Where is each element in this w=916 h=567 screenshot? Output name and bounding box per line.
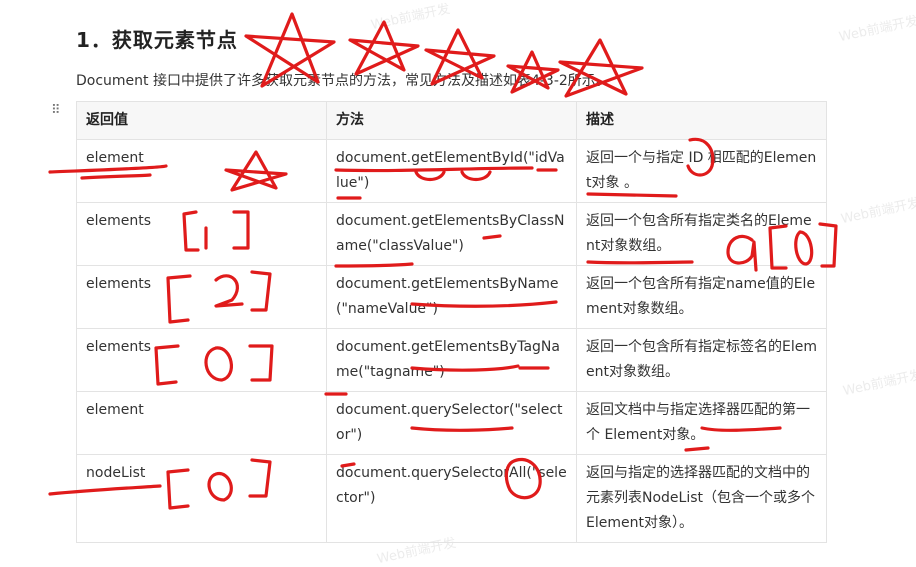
- table-row: nodeList document.querySelectorAll("sele…: [76, 454, 827, 543]
- cell-return-value: nodeList: [76, 454, 327, 543]
- table-row: elements document.getElementsByTagName("…: [76, 328, 827, 392]
- table-row: element document.querySelector("selector…: [76, 391, 827, 455]
- header-description: 描述: [576, 101, 827, 140]
- cell-method: document.getElementsByName("nameValue"): [326, 265, 577, 329]
- table-row: elements document.getElementsByName("nam…: [76, 265, 827, 329]
- cell-return-value: elements: [76, 202, 327, 266]
- cell-method: document.getElementsByClassName("classVa…: [326, 202, 577, 266]
- drag-handle-icon[interactable]: ⠿: [51, 104, 60, 117]
- cell-method: document.getElementById("idValue"): [326, 139, 577, 203]
- table-row: element document.getElementById("idValue…: [76, 139, 827, 203]
- watermark: Web前端开发: [837, 13, 916, 46]
- watermark: Web前端开发: [841, 367, 916, 400]
- header-method: 方法: [326, 101, 577, 140]
- cell-return-value: element: [76, 391, 327, 455]
- cell-description: 返回文档中与指定选择器匹配的第一个 Element对象。: [576, 391, 827, 455]
- cell-description: 返回与指定的选择器匹配的文档中的元素列表NodeList（包含一个或多个Elem…: [576, 454, 827, 543]
- table-row: elements document.getElementsByClassName…: [76, 202, 827, 266]
- section-heading: 1．获取元素节点: [76, 28, 238, 52]
- cell-method: document.querySelector("selector"): [326, 391, 577, 455]
- cell-return-value: element: [76, 139, 327, 203]
- cell-return-value: elements: [76, 265, 327, 329]
- cell-description: 返回一个包含所有指定类名的Element对象数组。: [576, 202, 827, 266]
- intro-paragraph: Document 接口中提供了许多获取元素节点的方法，常见方法及描述如表4-3-…: [76, 73, 610, 89]
- cell-description: 返回一个包含所有指定标签名的Element对象数组。: [576, 328, 827, 392]
- watermark: Web前端开发: [839, 195, 916, 228]
- cell-description: 返回一个与指定 ID 相匹配的Element对象 。: [576, 139, 827, 203]
- cell-method: document.querySelectorAll("selector"): [326, 454, 577, 543]
- cell-return-value: elements: [76, 328, 327, 392]
- header-return-value: 返回值: [76, 101, 327, 140]
- table-header-row: 返回值 方法 描述: [76, 101, 827, 140]
- methods-table: 返回值 方法 描述 element document.getElementByI…: [76, 101, 827, 543]
- cell-description: 返回一个包含所有指定name值的Element对象数组。: [576, 265, 827, 329]
- cell-method: document.getElementsByTagName("tagname"): [326, 328, 577, 392]
- scribble-star: [348, 20, 420, 76]
- watermark: Web前端开发: [369, 1, 452, 34]
